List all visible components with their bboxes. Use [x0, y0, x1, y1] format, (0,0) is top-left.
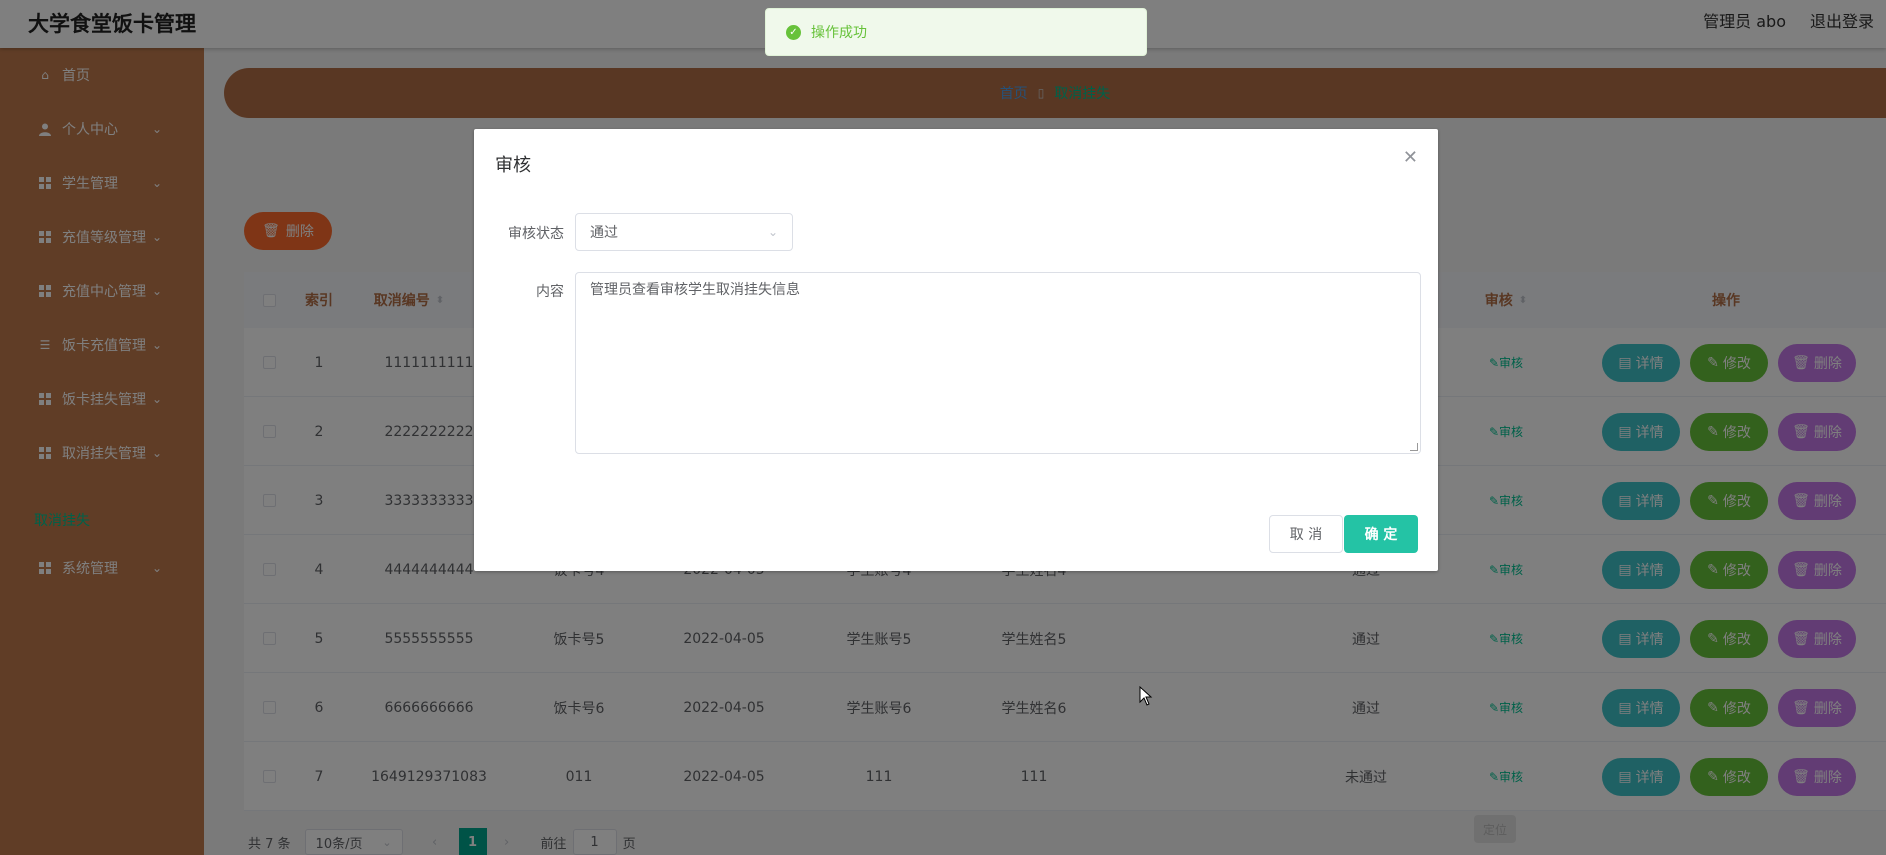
content-label: 内容: [536, 284, 564, 300]
audit-status-select[interactable]: 通过 ⌄: [575, 213, 793, 251]
chevron-down-icon: ⌄: [767, 225, 778, 239]
dialog-title: 审核: [495, 155, 531, 176]
close-icon[interactable]: ✕: [1403, 147, 1418, 168]
success-toast: ✓ 操作成功: [765, 8, 1147, 56]
check-circle-icon: ✓: [786, 24, 801, 40]
cancel-button[interactable]: 取 消: [1269, 515, 1343, 553]
toast-message: 操作成功: [811, 25, 867, 41]
resize-handle-icon[interactable]: [1410, 443, 1418, 451]
mouse-cursor-icon: [1139, 686, 1153, 706]
audit-dialog: 审核 ✕ 审核状态 通过 ⌄ 内容 管理员查看审核学生取消挂失信息 取 消 确 …: [474, 129, 1438, 571]
audit-status-value: 通过: [590, 225, 618, 241]
content-textarea[interactable]: 管理员查看审核学生取消挂失信息: [575, 272, 1421, 454]
content-text: 管理员查看审核学生取消挂失信息: [590, 282, 800, 298]
status-label: 审核状态: [508, 226, 564, 242]
confirm-button[interactable]: 确 定: [1344, 515, 1418, 553]
